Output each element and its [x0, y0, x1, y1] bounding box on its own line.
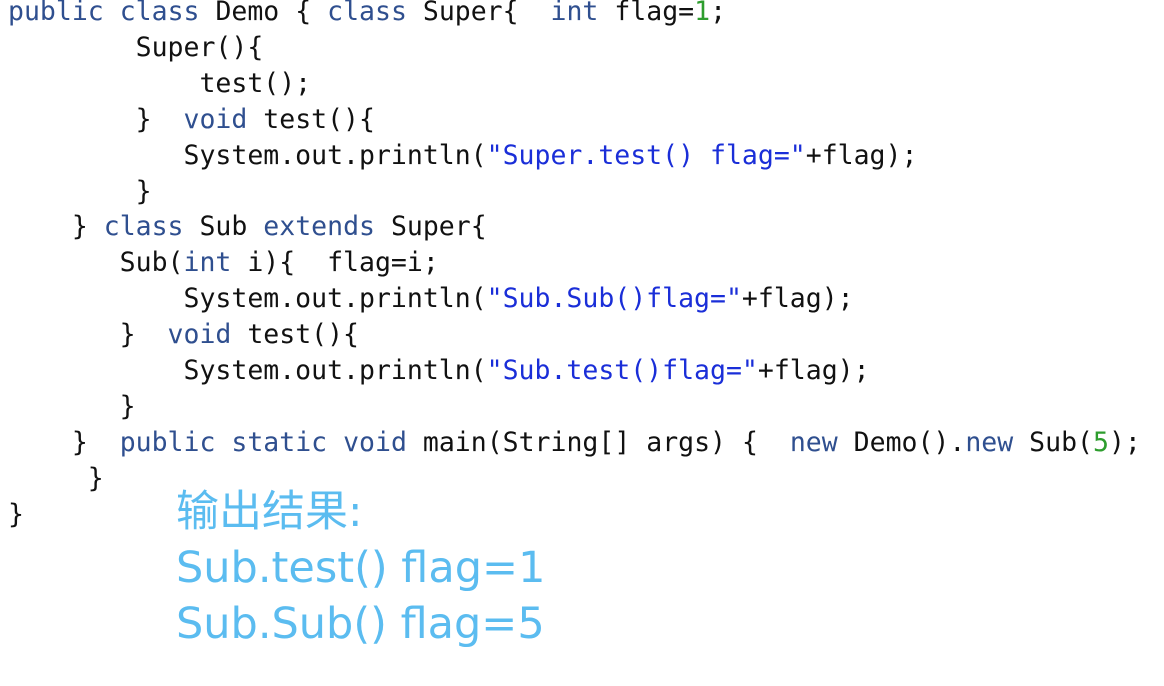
code-token: public — [119, 426, 216, 458]
code-token: class — [103, 211, 184, 243]
code-token: System.out.println( — [8, 283, 487, 315]
code-token: void — [343, 426, 407, 458]
code-token: new — [965, 426, 1014, 458]
code-token: extends — [263, 211, 375, 243]
code-line: } — [8, 497, 24, 533]
code-token: Super{ — [374, 211, 487, 243]
code-token: main(String[] args) { — [406, 426, 790, 458]
code-line: public class Demo { class Super{ int fla… — [8, 0, 726, 30]
code-line: System.out.println("Super.test() flag="+… — [8, 138, 917, 174]
code-token: } — [8, 390, 136, 422]
code-line: } — [8, 174, 152, 210]
code-line: Sub(int i){ flag=i; — [8, 245, 439, 281]
code-token: "Sub.Sub()flag=" — [486, 283, 742, 315]
code-token: void — [167, 319, 232, 351]
code-line: Super(){ — [8, 30, 264, 66]
code-token: flag= — [598, 0, 695, 27]
code-line: System.out.println("Sub.Sub()flag="+flag… — [8, 281, 854, 317]
code-token: int — [550, 0, 599, 27]
code-token: System.out.println( — [8, 139, 487, 171]
code-token: } — [8, 211, 104, 243]
code-line: test(); — [8, 66, 311, 102]
code-token: public — [8, 0, 104, 27]
code-token: i){ flag=i; — [231, 247, 439, 279]
code-token: Super{ — [406, 0, 551, 27]
code-token: } — [8, 103, 184, 135]
code-token: } — [8, 175, 152, 207]
code-line: } void test(){ — [8, 317, 359, 353]
code-token: class — [119, 0, 200, 27]
code-token: int — [183, 247, 232, 279]
code-line: } public static void main(String[] args)… — [8, 425, 1141, 461]
code-token: ; — [710, 0, 727, 27]
code-token: } — [8, 426, 120, 458]
code-token: +flag); — [757, 355, 870, 386]
code-token: Demo { — [199, 0, 328, 27]
code-token: } — [8, 498, 24, 530]
code-line: } class Sub extends Super{ — [8, 209, 487, 245]
code-token: Super(){ — [8, 31, 264, 63]
code-token: Sub( — [8, 247, 184, 279]
code-token: new — [789, 426, 838, 458]
code-token: void — [183, 103, 248, 135]
code-token: 5 — [1093, 426, 1109, 458]
code-token: System.out.println( — [8, 355, 487, 386]
code-token: 1 — [694, 0, 711, 27]
output-block: 输出结果: Sub.test() flag=1 Sub.Sub() flag=5 — [176, 484, 545, 652]
code-token: "Sub.test()flag=" — [486, 355, 758, 386]
code-token: } — [8, 462, 104, 494]
code-token: class — [327, 0, 407, 27]
code-token: static — [231, 426, 328, 458]
code-token: Demo(). — [837, 426, 966, 458]
output-line: Sub.test() flag=1 — [176, 543, 546, 593]
code-token: "Super.test() flag=" — [486, 139, 806, 171]
code-token: ); — [1108, 426, 1141, 458]
code-line: } — [8, 389, 136, 425]
code-token: Sub( — [1013, 426, 1093, 458]
code-line: } — [8, 461, 104, 497]
code-line: System.out.println("Sub.test()flag="+fla… — [8, 353, 870, 389]
output-heading: 输出结果: — [176, 487, 363, 537]
output-line: Sub.Sub() flag=5 — [176, 599, 545, 649]
code-view: public class Demo { class Super{ int fla… — [0, 0, 1164, 686]
code-token: test(){ — [247, 103, 375, 135]
code-line: } void test(){ — [8, 102, 375, 138]
code-token: +flag); — [805, 139, 918, 171]
code-token: test(); — [8, 67, 312, 99]
code-token: } — [8, 319, 168, 351]
code-token: +flag); — [741, 283, 854, 315]
code-token: Sub — [183, 211, 264, 243]
code-token: test(){ — [231, 319, 360, 351]
